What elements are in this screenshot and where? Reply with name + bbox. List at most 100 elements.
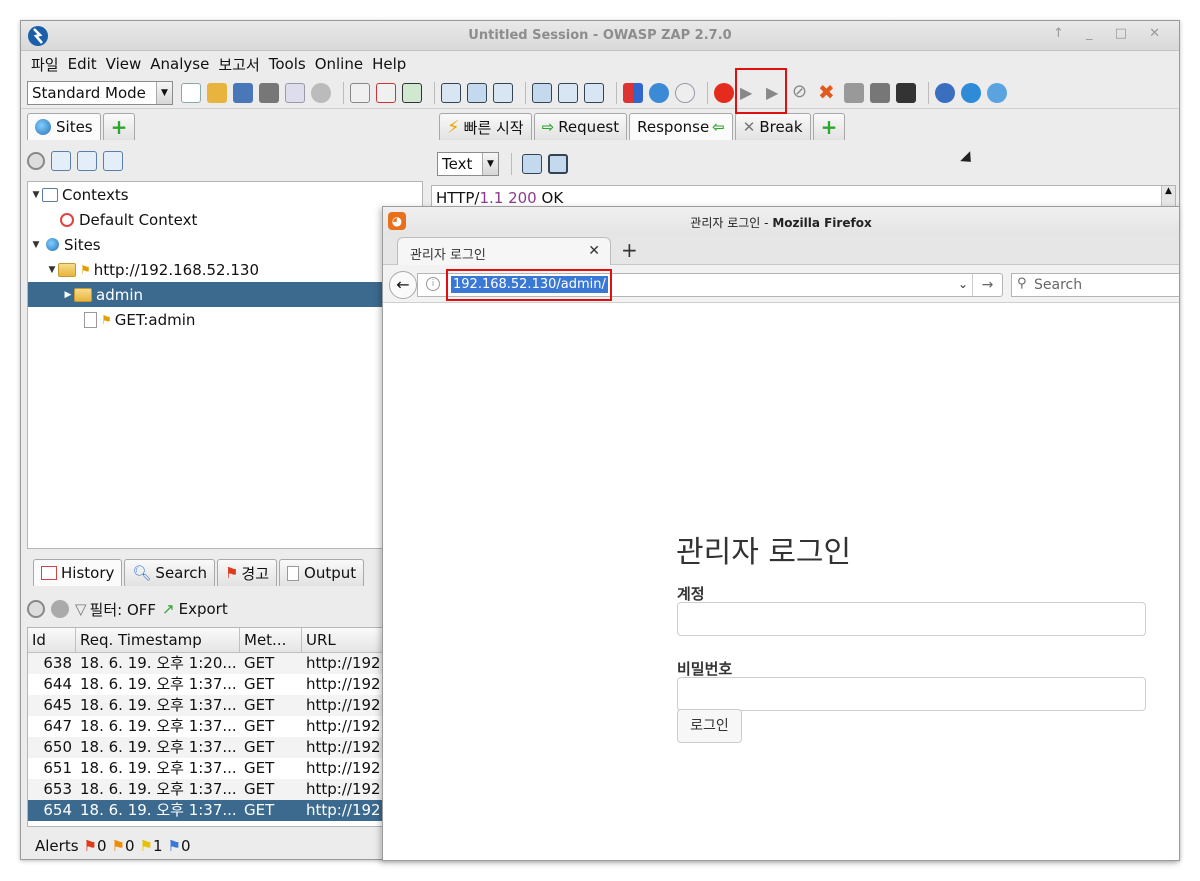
- new-session-icon[interactable]: [181, 82, 201, 103]
- scan-policy-icon[interactable]: [870, 82, 890, 103]
- contexts-icon: [42, 187, 58, 202]
- menu-tools[interactable]: Tools: [269, 55, 306, 73]
- login-button[interactable]: 로그인: [677, 709, 742, 743]
- update-icon[interactable]: [649, 82, 669, 103]
- session-properties-icon[interactable]: [285, 82, 305, 103]
- encoder-icon[interactable]: [896, 82, 916, 103]
- firefox-titlebar: ◕ 관리자 로그인 - Mozilla Firefox: [383, 207, 1179, 235]
- account-field[interactable]: [677, 602, 1146, 636]
- filter-funnel-icon[interactable]: ▽: [75, 600, 87, 618]
- open-session-icon[interactable]: [207, 82, 227, 103]
- options-gear-icon[interactable]: [311, 82, 331, 103]
- firefox-window: ◕ 관리자 로그인 - Mozilla Firefox 관리자 로그인 ✕ + …: [382, 206, 1180, 861]
- html-report-icon[interactable]: [402, 82, 422, 103]
- layout-full-icon[interactable]: [493, 82, 513, 103]
- layout-expand-info-icon[interactable]: [467, 82, 487, 103]
- mode-select[interactable]: Standard Mode ▼: [27, 80, 173, 105]
- tab-sites[interactable]: Sites: [27, 113, 101, 140]
- response-toolbar: Text ▼: [437, 152, 574, 176]
- tab-search[interactable]: 🔍︎ Search: [124, 559, 215, 586]
- col-id[interactable]: Id: [28, 628, 76, 652]
- import-context-icon[interactable]: [77, 151, 97, 171]
- save-session-icon[interactable]: [233, 82, 253, 103]
- go-arrow-icon[interactable]: →: [972, 274, 1002, 296]
- browser-firefox-icon[interactable]: [987, 82, 1007, 103]
- tab-output[interactable]: Output: [279, 559, 365, 586]
- expand-triangle-icon[interactable]: ▼: [46, 265, 58, 275]
- add-tab-button[interactable]: +: [102, 113, 136, 140]
- manual-request-icon[interactable]: [844, 82, 864, 103]
- table-row[interactable]: 650 18. 6. 19. 오후 1:37... GET http://192.: [28, 737, 416, 758]
- view-mode-select[interactable]: Text ▼: [437, 152, 499, 176]
- tree-host[interactable]: ▼ ⚑ http://192.168.52.130: [28, 257, 422, 282]
- new-tab-button[interactable]: +: [621, 238, 638, 262]
- tab-break[interactable]: ✕ Break: [734, 113, 811, 140]
- menu-view[interactable]: View: [106, 55, 142, 73]
- tab-response[interactable]: Response ⇦: [629, 113, 733, 140]
- password-field[interactable]: [677, 677, 1146, 711]
- table-row[interactable]: 645 18. 6. 19. 오후 1:37... GET http://192.: [28, 695, 416, 716]
- export-button[interactable]: Export: [179, 600, 228, 618]
- table-row[interactable]: 638 18. 6. 19. 오후 1:20... GET http://192.: [28, 653, 416, 674]
- tree-get-admin-label: GET:admin: [114, 310, 196, 329]
- layout-stack-icon[interactable]: [584, 82, 604, 103]
- tab-history[interactable]: History: [33, 559, 123, 586]
- filter-status[interactable]: 필터: OFF: [90, 599, 157, 620]
- search-input[interactable]: ⚲ Search: [1011, 273, 1179, 297]
- tree-contexts[interactable]: ▼ Contexts: [28, 182, 422, 207]
- tree-sites[interactable]: ▼ Sites: [28, 232, 422, 257]
- add-breakpoint-icon[interactable]: ✖: [818, 82, 838, 103]
- close-tab-icon[interactable]: ✕: [588, 243, 600, 259]
- split-horizontal-icon[interactable]: [522, 154, 542, 174]
- layout-tabs-icon[interactable]: [532, 82, 552, 103]
- addons-icon[interactable]: [623, 82, 643, 103]
- menu-analyse[interactable]: Analyse: [150, 55, 209, 73]
- folder-icon: [74, 287, 92, 302]
- table-row[interactable]: 651 18. 6. 19. 오후 1:37... GET http://192.: [28, 758, 416, 779]
- add-tab-button[interactable]: +: [812, 113, 846, 140]
- col-timestamp[interactable]: Req. Timestamp: [76, 628, 240, 652]
- table-row[interactable]: 653 18. 6. 19. 오후 1:37... GET http://192.: [28, 779, 416, 800]
- tab-quick-start[interactable]: ⚡ 빠른 시작: [439, 113, 532, 140]
- sites-tree: ▼ Contexts Default Context ▼ Sites ▼ ⚑ h…: [27, 181, 423, 549]
- tab-alerts[interactable]: ⚑ 경고: [216, 559, 278, 586]
- site-info-icon[interactable]: i: [426, 277, 440, 291]
- expand-triangle-icon[interactable]: ▼: [30, 190, 42, 200]
- menu-help[interactable]: Help: [372, 55, 406, 73]
- table-row[interactable]: 647 18. 6. 19. 오후 1:37... GET http://192.: [28, 716, 416, 737]
- tab-request[interactable]: ⇨ Request: [533, 113, 628, 140]
- export-context-icon[interactable]: [103, 151, 123, 171]
- tree-default-context[interactable]: Default Context: [28, 207, 422, 232]
- chevron-down-icon[interactable]: ⌄: [958, 277, 968, 291]
- new-context-icon[interactable]: [51, 151, 71, 171]
- help-icon[interactable]: [935, 82, 955, 103]
- menu-edit[interactable]: Edit: [68, 55, 97, 73]
- globe-grey-icon[interactable]: [51, 600, 69, 618]
- menu-online[interactable]: Online: [315, 55, 363, 73]
- target-icon[interactable]: [27, 152, 45, 170]
- add-note-icon[interactable]: [350, 82, 370, 103]
- snapshot-icon[interactable]: [259, 82, 279, 103]
- expand-triangle-icon[interactable]: ▼: [30, 240, 42, 250]
- window-controls[interactable]: ↑ _ □ ✕: [1053, 26, 1169, 41]
- browser-chrome-icon[interactable]: [961, 82, 981, 103]
- tree-get-admin[interactable]: ⚑ GET:admin: [28, 307, 422, 332]
- table-row-selected[interactable]: 654 18. 6. 19. 오후 1:37... GET http://192.: [28, 800, 416, 821]
- hint-lightbulb-icon[interactable]: [675, 82, 695, 103]
- menu-report[interactable]: 보고서: [218, 54, 259, 75]
- drop-icon[interactable]: ⊘: [792, 82, 812, 103]
- table-row[interactable]: 644 18. 6. 19. 오후 1:37... GET http://192.: [28, 674, 416, 695]
- toolbar-separator: [616, 81, 617, 104]
- layout-side-icon[interactable]: [558, 82, 578, 103]
- split-vertical-icon[interactable]: [548, 154, 568, 174]
- back-button[interactable]: ←: [389, 271, 417, 299]
- tree-admin-folder[interactable]: ▶ admin: [28, 282, 422, 307]
- break-all-icon[interactable]: [714, 82, 734, 103]
- browser-tab[interactable]: 관리자 로그인 ✕: [397, 237, 611, 266]
- col-method[interactable]: Met...: [240, 628, 302, 652]
- expand-triangle-icon[interactable]: ▶: [62, 290, 74, 300]
- layout-expand-sites-icon[interactable]: [441, 82, 461, 103]
- target-icon[interactable]: [27, 600, 45, 618]
- menu-file[interactable]: 파일: [31, 54, 59, 75]
- delete-note-icon[interactable]: [376, 82, 396, 103]
